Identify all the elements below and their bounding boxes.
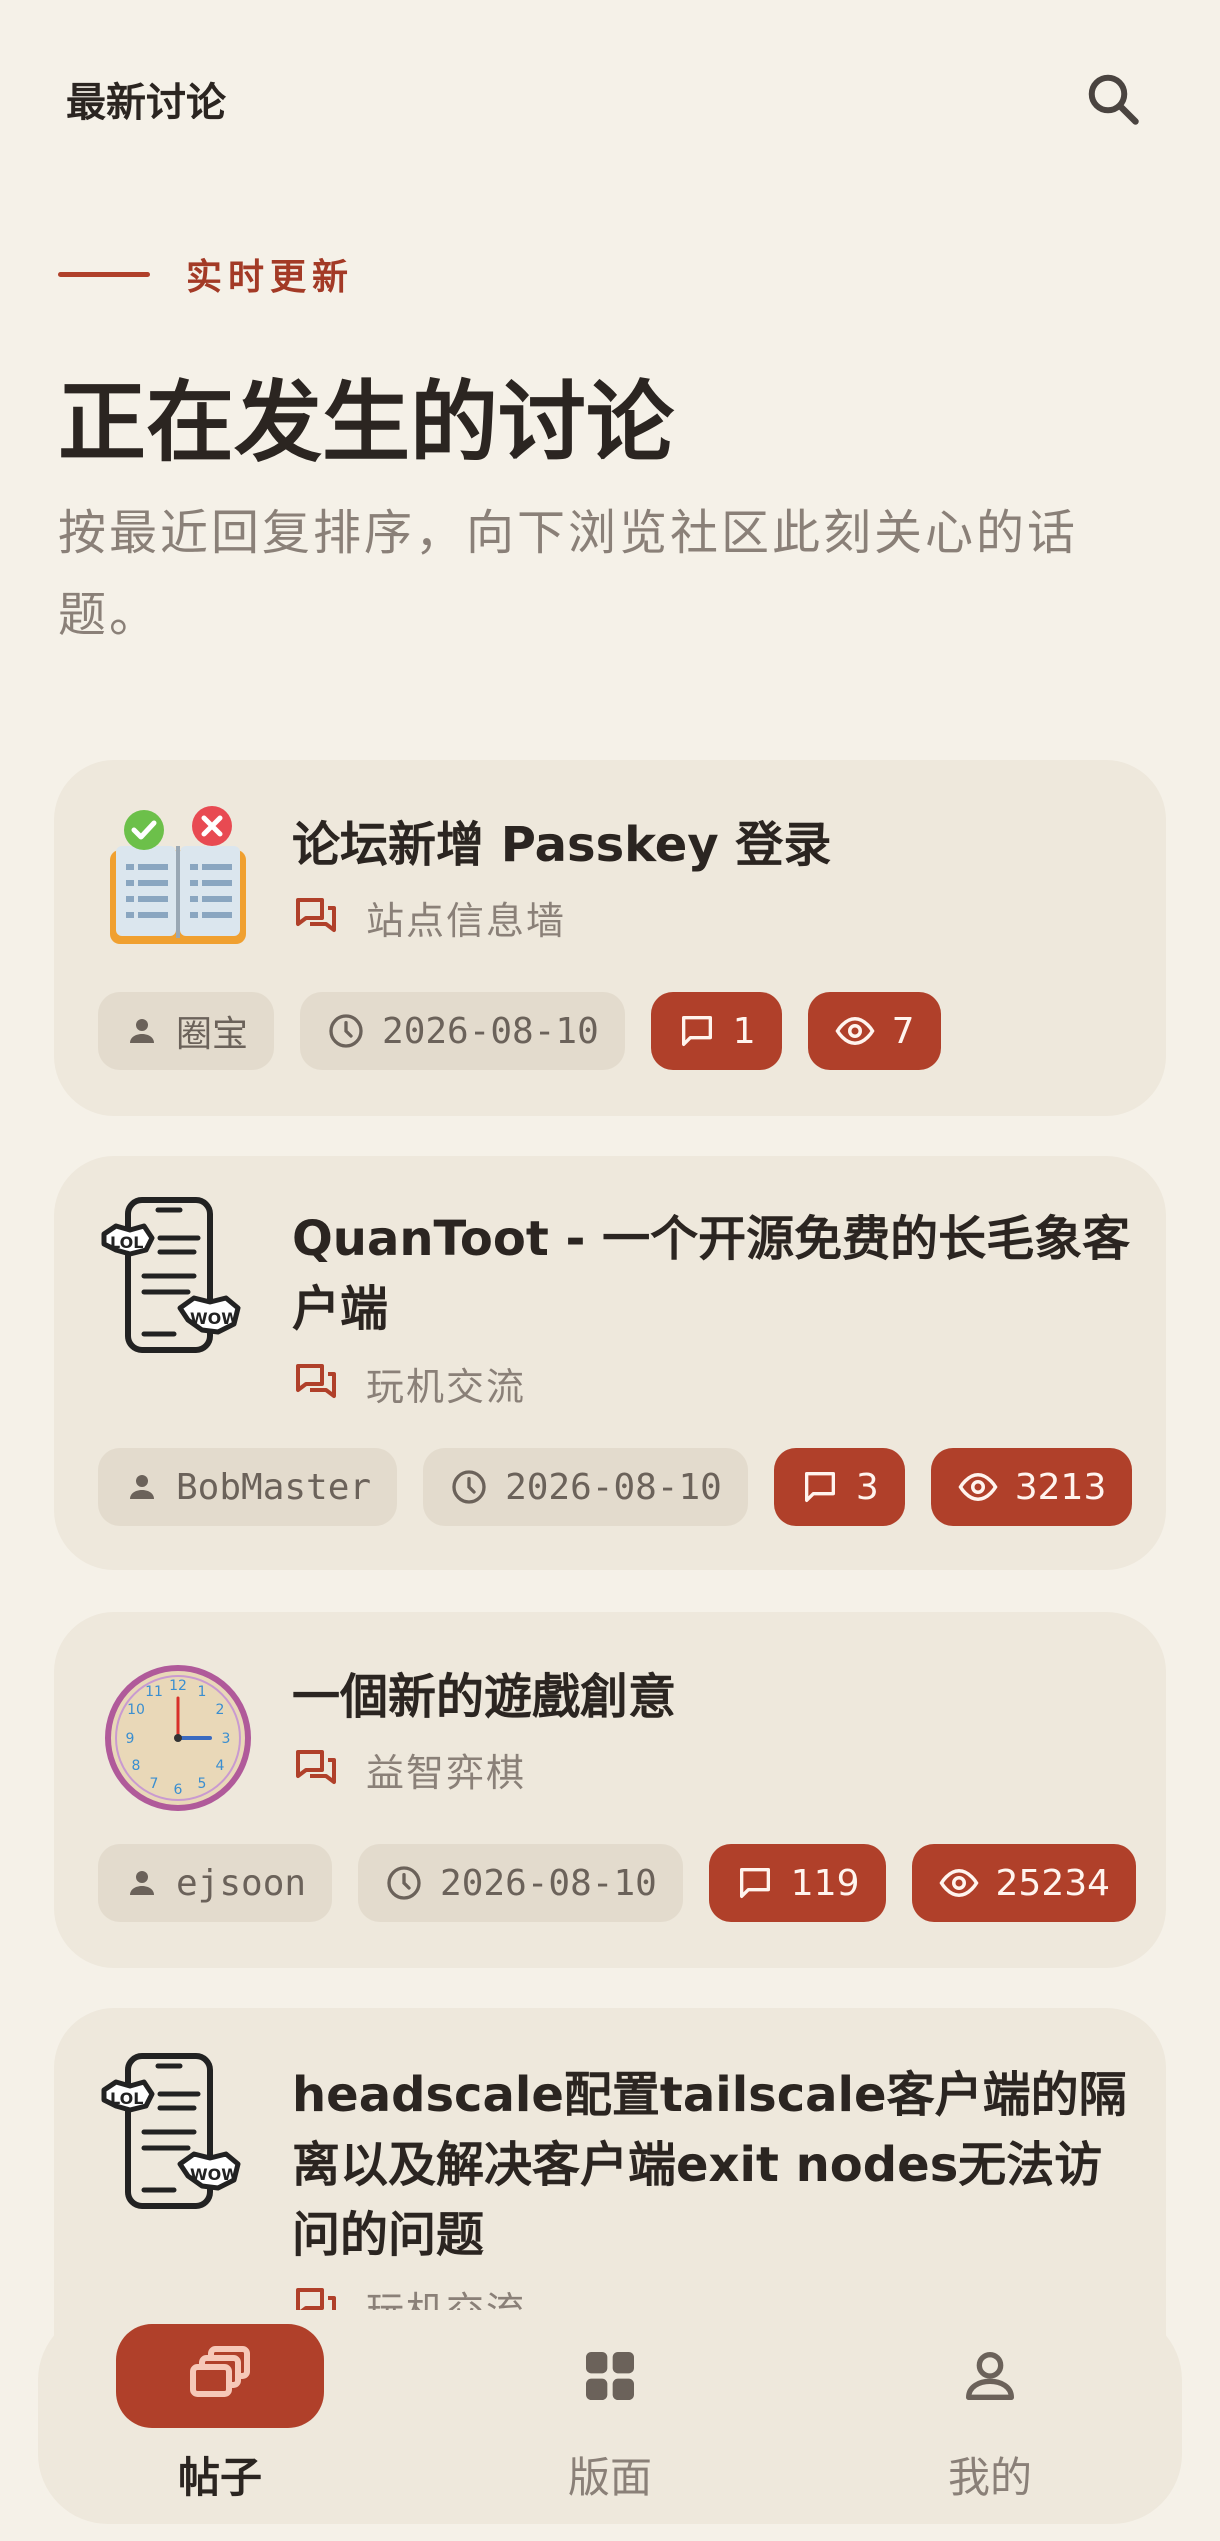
- eye-icon: [835, 1016, 875, 1046]
- date-chip: 2026-08-10: [358, 1844, 683, 1922]
- post-meta: 圈宝 2026-08-10 1 7: [98, 992, 967, 1070]
- svg-text:6: 6: [174, 1782, 183, 1798]
- person-icon: [130, 1019, 154, 1043]
- eyebrow-line: [58, 271, 150, 277]
- post-card[interactable]: 12 1 2 345 678 9 10 11 一個新的遊戲創意 益智弈棋 ejsoon …: [54, 1612, 1166, 1968]
- hero-title: 正在发生的讨论: [58, 371, 675, 474]
- post-title[interactable]: headscale配置tailscale客户端的隔离以及解决客户端exit no…: [292, 2060, 1132, 2270]
- forum-icon: [296, 897, 336, 932]
- post-title[interactable]: 一個新的遊戲創意: [292, 1662, 1132, 1732]
- views-chip: 3213: [930, 1448, 1133, 1526]
- svg-text:2: 2: [216, 1702, 225, 1718]
- author-name: 圈宝: [176, 1014, 249, 1055]
- post-board[interactable]: 益智弈棋: [292, 1742, 526, 1797]
- boards-grid-icon: [586, 2352, 634, 2400]
- post-meta: ejsoon 2026-08-10 119 25234: [98, 1844, 1162, 1922]
- post-meta: BobMaster 2026-08-10 3 3213: [98, 1448, 1158, 1526]
- replies-chip: 119: [708, 1844, 886, 1922]
- author-name: BobMaster: [176, 1466, 372, 1508]
- author-chip[interactable]: ejsoon: [98, 1844, 333, 1922]
- view-count: 25234: [995, 1862, 1111, 1904]
- eyebrow-text: 实时更新: [186, 257, 355, 298]
- search-icon: [1088, 74, 1139, 125]
- eyebrow: 实时更新: [58, 248, 354, 300]
- post-date: 2026-08-10: [440, 1862, 657, 1904]
- svg-text:9: 9: [126, 1731, 135, 1747]
- profile-icon: [966, 2352, 1014, 2400]
- person-icon: [130, 1871, 154, 1895]
- comment-icon: [681, 1016, 712, 1046]
- view-count: 3213: [1014, 1466, 1107, 1508]
- svg-text:3: 3: [222, 1731, 231, 1747]
- eye-icon: [958, 1472, 998, 1502]
- forum-icon: [296, 1749, 336, 1784]
- forum-icon: [296, 1363, 336, 1398]
- svg-text:12: 12: [169, 1678, 187, 1694]
- board-name: 站点信息墙: [366, 899, 567, 943]
- svg-text:LOL: LOL: [110, 2089, 143, 2108]
- author-name: ejsoon: [176, 1862, 307, 1904]
- svg-text:8: 8: [132, 1758, 141, 1774]
- nav-label: 帖子: [177, 2453, 262, 2502]
- nav-label: 版面: [567, 2453, 652, 2502]
- bottom-nav: 帖子 版面 我的: [38, 2310, 1182, 2524]
- reply-count: 119: [790, 1862, 860, 1904]
- nav-pill-active: [116, 2324, 324, 2428]
- post-title[interactable]: 论坛新增 Passkey 登录: [292, 810, 1132, 880]
- post-board[interactable]: 玩机交流: [292, 1356, 526, 1411]
- reply-count: 1: [732, 1010, 756, 1052]
- svg-text:WOW: WOW: [190, 1309, 239, 1328]
- clock-icon: [387, 1866, 421, 1900]
- svg-text:1: 1: [198, 1684, 207, 1700]
- hero-description: 按最近回复排序，向下浏览社区此刻关心的话题。: [58, 505, 1079, 643]
- board-name: 益智弈棋: [366, 1751, 527, 1795]
- posts-icon: [190, 2346, 250, 2397]
- nav-label: 我的: [947, 2453, 1032, 2502]
- person-icon: [130, 1475, 154, 1499]
- date-chip: 2026-08-10: [300, 992, 625, 1070]
- clock-icon: [452, 1470, 486, 1504]
- svg-text:7: 7: [150, 1776, 159, 1792]
- clock-icon: 12 12 345 678 91011: [105, 1665, 251, 1811]
- post-card[interactable]: LOL WOW QuanToot - 一个开源免费的长毛象客户端 玩机交流 Bo…: [54, 1156, 1166, 1570]
- comment-icon: [739, 1868, 770, 1898]
- nav-item-posts[interactable]: 帖子: [90, 2324, 350, 2514]
- post-date: 2026-08-10: [382, 1010, 599, 1052]
- nav-item-me[interactable]: 我的: [860, 2324, 1120, 2514]
- top-bar: 最新讨论: [0, 0, 1220, 200]
- views-chip: 7: [807, 992, 941, 1070]
- svg-text:11: 11: [145, 1684, 163, 1700]
- views-chip: 25234: [911, 1844, 1137, 1922]
- board-name: 玩机交流: [366, 1365, 527, 1409]
- search-button[interactable]: [1078, 64, 1148, 134]
- post-title[interactable]: QuanToot - 一个开源免费的长毛象客户端: [292, 1204, 1132, 1344]
- author-chip[interactable]: BobMaster: [98, 1448, 398, 1526]
- post-date: 2026-08-10: [505, 1466, 722, 1508]
- phone-lol-wow-icon: LOL WOW: [101, 1197, 241, 1353]
- replies-chip: 1: [650, 992, 782, 1070]
- nav-pill: [506, 2324, 714, 2428]
- comment-icon: [804, 1472, 835, 1502]
- svg-text:10: 10: [127, 1702, 145, 1718]
- post-board[interactable]: 站点信息墙: [292, 890, 566, 945]
- view-count: 7: [891, 1010, 915, 1052]
- svg-text:4: 4: [216, 1758, 225, 1774]
- phone-lol-wow-icon: LOL WOW: [101, 2053, 241, 2209]
- svg-text:LOL: LOL: [110, 1233, 143, 1252]
- clock-icon: [329, 1014, 363, 1048]
- author-chip[interactable]: 圈宝: [98, 992, 275, 1070]
- post-card[interactable]: 论坛新增 Passkey 登录 站点信息墙 圈宝 2026-08-10 1 7: [54, 760, 1166, 1116]
- svg-text:5: 5: [198, 1776, 207, 1792]
- eye-icon: [938, 1868, 979, 1898]
- svg-text:WOW: WOW: [190, 2165, 239, 2184]
- page-title: 最新讨论: [66, 80, 226, 126]
- date-chip: 2026-08-10: [423, 1448, 748, 1526]
- nav-pill: [886, 2324, 1094, 2428]
- replies-chip: 3: [773, 1448, 905, 1526]
- reply-count: 3: [855, 1466, 879, 1508]
- nav-item-boards[interactable]: 版面: [480, 2324, 740, 2514]
- book-checklist-icon: [110, 806, 246, 944]
